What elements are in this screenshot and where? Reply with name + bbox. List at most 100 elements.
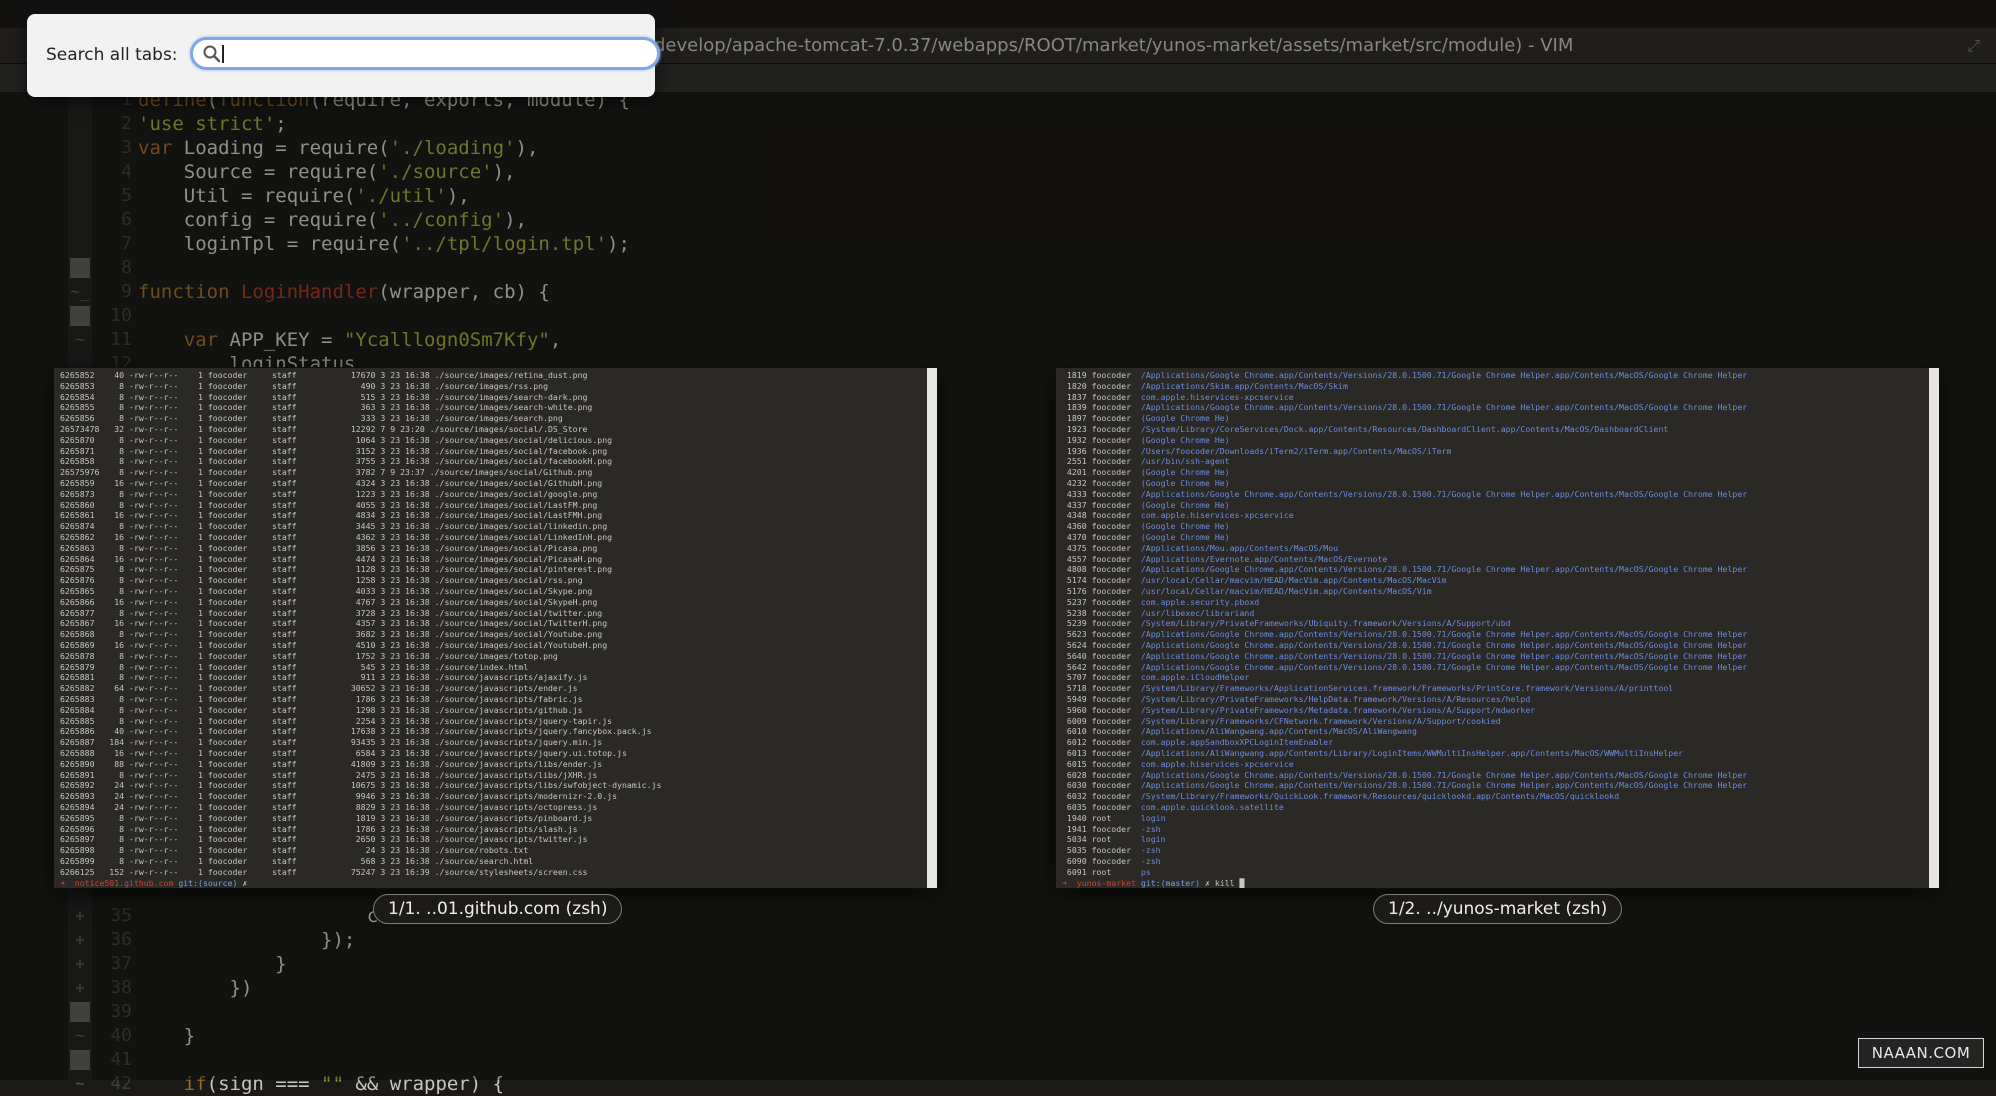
shell-prompt[interactable]: ➜ notice501.github.com git:(source) ✗	[60, 878, 247, 888]
terminal-line: 5176 foocoder /usr/local/Cellar/macvim/H…	[1062, 586, 1432, 596]
terminal-line: 6265882 64 -rw-r--r-- 1 foocoder staff 3…	[60, 683, 578, 694]
terminal-line: 4232 foocoder (Google Chrome He)	[1062, 478, 1230, 488]
terminal-line: 5035 foocoder -zsh	[1062, 845, 1161, 856]
terminal-line: 1932 foocoder (Google Chrome He)	[1062, 434, 1230, 445]
terminal-line: 6265858 8 -rw-r--r-- 1 foocoder staff 37…	[60, 456, 613, 467]
tab-preview-yunos-market[interactable]: 1819 foocoder /Applications/Google Chrom…	[1055, 367, 1940, 889]
terminal-line: 5034 root login	[1062, 834, 1166, 845]
terminal-line: 6265890 88 -rw-r--r-- 1 foocoder staff 4…	[60, 758, 603, 769]
terminal-line: 5624 foocoder /Applications/Google Chrom…	[1062, 640, 1748, 650]
terminal-line: 6265879 8 -rw-r--r-- 1 foocoder staff 54…	[60, 661, 529, 672]
terminal-line: 4201 foocoder (Google Chrome He)	[1062, 467, 1230, 478]
scrollbar[interactable]	[1929, 368, 1939, 888]
terminal-line: 6265893 24 -rw-r--r-- 1 foocoder staff 9…	[60, 791, 618, 802]
terminal-line: 6265861 16 -rw-r--r-- 1 foocoder staff 4…	[60, 510, 603, 521]
terminal-line: 6265855 8 -rw-r--r-- 1 foocoder staff 36…	[60, 402, 593, 413]
terminal-line: 5960 foocoder /System/Library/PrivateFra…	[1062, 704, 1536, 715]
terminal-line: 1839 foocoder /Applications/Google Chrom…	[1062, 402, 1748, 413]
terminal-line: 6265852 40 -rw-r--r-- 1 foocoder staff 1…	[60, 370, 588, 380]
terminal-line: 26573478 32 -rw-r--r-- 1 foocoder staff …	[60, 424, 588, 434]
terminal-line: 6265866 16 -rw-r--r-- 1 foocoder staff 4…	[60, 596, 598, 607]
terminal-line: 6265859 16 -rw-r--r-- 1 foocoder staff 4…	[60, 478, 603, 488]
terminal-line: 6265862 16 -rw-r--r-- 1 foocoder staff 4…	[60, 532, 613, 542]
terminal-line: 6028 foocoder /Applications/Google Chrom…	[1062, 769, 1748, 780]
terminal-line: 1820 foocoder /Applications/Skim.app/Con…	[1062, 380, 1348, 391]
terminal-line: 6265897 8 -rw-r--r-- 1 foocoder staff 26…	[60, 834, 588, 845]
terminal-line: 6265870 8 -rw-r--r-- 1 foocoder staff 10…	[60, 434, 613, 445]
search-icon	[203, 45, 221, 63]
terminal-line: 6265885 8 -rw-r--r-- 1 foocoder staff 22…	[60, 715, 613, 726]
terminal-line: 6009 foocoder /System/Library/Frameworks…	[1062, 715, 1501, 726]
tab-caption-yunos-market[interactable]: 1/2. ../yunos-market (zsh)	[1373, 894, 1623, 924]
terminal-line: 6091 root ps	[1062, 866, 1151, 877]
search-input[interactable]	[223, 42, 643, 66]
terminal-line: 4557 foocoder /Applications/Evernote.app…	[1062, 553, 1388, 564]
tab-expose-overlay: 6265852 40 -rw-r--r-- 1 foocoder staff 1…	[0, 0, 1996, 1080]
terminal-line: 6265865 8 -rw-r--r-- 1 foocoder staff 40…	[60, 586, 593, 596]
terminal-line: 5237 foocoder com.apple.security.pboxd	[1062, 596, 1260, 607]
terminal-line: 1837 foocoder com.apple.hiservices-xpcse…	[1062, 391, 1294, 402]
terminal-line: 6265895 8 -rw-r--r-- 1 foocoder staff 18…	[60, 812, 593, 823]
terminal-line: 4370 foocoder (Google Chrome He)	[1062, 532, 1230, 542]
terminal-line: 6265874 8 -rw-r--r-- 1 foocoder staff 34…	[60, 521, 608, 532]
terminal-line: 1819 foocoder /Applications/Google Chrom…	[1062, 370, 1748, 380]
shell-prompt[interactable]: ➜ yunos-market git:(master) ✗ kill █	[1062, 878, 1244, 888]
search-label: Search all tabs:	[46, 45, 178, 65]
terminal-line: 6265856 8 -rw-r--r-- 1 foocoder staff 33…	[60, 413, 563, 424]
terminal-line: 6265892 24 -rw-r--r-- 1 foocoder staff 1…	[60, 780, 662, 791]
terminal-line: 4333 foocoder /Applications/Google Chrom…	[1062, 488, 1748, 499]
terminal-line: 6265867 16 -rw-r--r-- 1 foocoder staff 4…	[60, 618, 608, 629]
terminal-line: 5174 foocoder /usr/local/Cellar/macvim/H…	[1062, 575, 1447, 586]
terminal-line: 6265873 8 -rw-r--r-- 1 foocoder staff 12…	[60, 488, 598, 499]
terminal-line: 1940 root login	[1062, 812, 1166, 823]
terminal-line: 6032 foocoder /System/Library/Frameworks…	[1062, 791, 1620, 802]
terminal-line: 6265883 8 -rw-r--r-- 1 foocoder staff 17…	[60, 694, 583, 704]
terminal-line: 4375 foocoder /Applications/Mou.app/Cont…	[1062, 542, 1339, 553]
terminal-line: 6265877 8 -rw-r--r-- 1 foocoder staff 37…	[60, 607, 603, 618]
terminal-line: 4337 foocoder (Google Chrome He)	[1062, 499, 1230, 510]
terminal-line: 6265898 8 -rw-r--r-- 1 foocoder staff 24…	[60, 845, 529, 856]
terminal-line: 4360 foocoder (Google Chrome He)	[1062, 521, 1230, 532]
terminal-line: 6265854 8 -rw-r--r-- 1 foocoder staff 51…	[60, 391, 588, 402]
terminal-line: 6090 foocoder -zsh	[1062, 856, 1161, 866]
terminal-line: 6265868 8 -rw-r--r-- 1 foocoder staff 36…	[60, 629, 603, 640]
terminal-line: 6015 foocoder com.apple.hiservices-xpcse…	[1062, 758, 1294, 769]
terminal-line: 6265869 16 -rw-r--r-- 1 foocoder staff 4…	[60, 640, 608, 650]
terminal-line: 1936 foocoder /Users/foocoder/Downloads/…	[1062, 445, 1452, 456]
terminal-line: 5640 foocoder /Applications/Google Chrom…	[1062, 650, 1748, 661]
terminal-line: 5707 foocoder com.apple.iCloudHelper	[1062, 672, 1250, 683]
terminal-line: 6265871 8 -rw-r--r-- 1 foocoder staff 31…	[60, 445, 608, 456]
terminal-line: 5718 foocoder /System/Library/Frameworks…	[1062, 683, 1674, 694]
terminal-line: 5238 foocoder /usr/libexec/librariand	[1062, 607, 1255, 618]
terminal-line: 6265888 16 -rw-r--r-- 1 foocoder staff 6…	[60, 748, 627, 758]
terminal-line: 6266125 152 -rw-r--r-- 1 foocoder staff …	[60, 866, 588, 877]
terminal-line: 6035 foocoder com.apple.quicklook.satell…	[1062, 802, 1284, 812]
terminal-line: 6265881 8 -rw-r--r-- 1 foocoder staff 91…	[60, 672, 588, 683]
terminal-line: 5949 foocoder /System/Library/PrivateFra…	[1062, 694, 1531, 704]
scrollbar[interactable]	[927, 368, 937, 888]
terminal-line: 6265887 184 -rw-r--r-- 1 foocoder staff …	[60, 737, 603, 748]
terminal-line: 6265860 8 -rw-r--r-- 1 foocoder staff 40…	[60, 499, 598, 510]
terminal-line: 6265896 8 -rw-r--r-- 1 foocoder staff 17…	[60, 823, 578, 834]
terminal-line: 6012 foocoder com.apple.appSandboxXPCLog…	[1062, 737, 1334, 748]
search-field[interactable]	[190, 37, 660, 70]
terminal-line: 5642 foocoder /Applications/Google Chrom…	[1062, 661, 1748, 672]
watermark: NAAAN.COM	[1858, 1038, 1984, 1068]
terminal-line: 6265878 8 -rw-r--r-- 1 foocoder staff 17…	[60, 650, 558, 661]
terminal-line: 6265863 8 -rw-r--r-- 1 foocoder staff 38…	[60, 542, 598, 553]
terminal-line: 1897 foocoder (Google Chrome He)	[1062, 413, 1230, 424]
terminal-line: 6265891 8 -rw-r--r-- 1 foocoder staff 24…	[60, 769, 598, 780]
tab-preview-github[interactable]: 6265852 40 -rw-r--r-- 1 foocoder staff 1…	[53, 367, 938, 889]
terminal-line: 1923 foocoder /System/Library/CoreServic…	[1062, 424, 1669, 434]
search-all-tabs-panel: Search all tabs:	[27, 14, 660, 97]
terminal-line: 26575976 8 -rw-r--r-- 1 foocoder staff 3…	[60, 467, 593, 478]
tab-caption-github[interactable]: 1/1. ..01.github.com (zsh)	[373, 894, 623, 924]
terminal-line: 6265853 8 -rw-r--r-- 1 foocoder staff 49…	[60, 380, 548, 391]
terminal-line: 5239 foocoder /System/Library/PrivateFra…	[1062, 618, 1511, 629]
terminal-line: 1941 foocoder -zsh	[1062, 823, 1161, 834]
terminal-line: 6265876 8 -rw-r--r-- 1 foocoder staff 12…	[60, 575, 583, 586]
terminal-line: 4808 foocoder /Applications/Google Chrom…	[1062, 564, 1748, 575]
terminal-line: 6265894 24 -rw-r--r-- 1 foocoder staff 8…	[60, 802, 598, 812]
terminal-line: 6265884 8 -rw-r--r-- 1 foocoder staff 12…	[60, 704, 583, 715]
terminal-line: 6265864 16 -rw-r--r-- 1 foocoder staff 4…	[60, 553, 603, 564]
